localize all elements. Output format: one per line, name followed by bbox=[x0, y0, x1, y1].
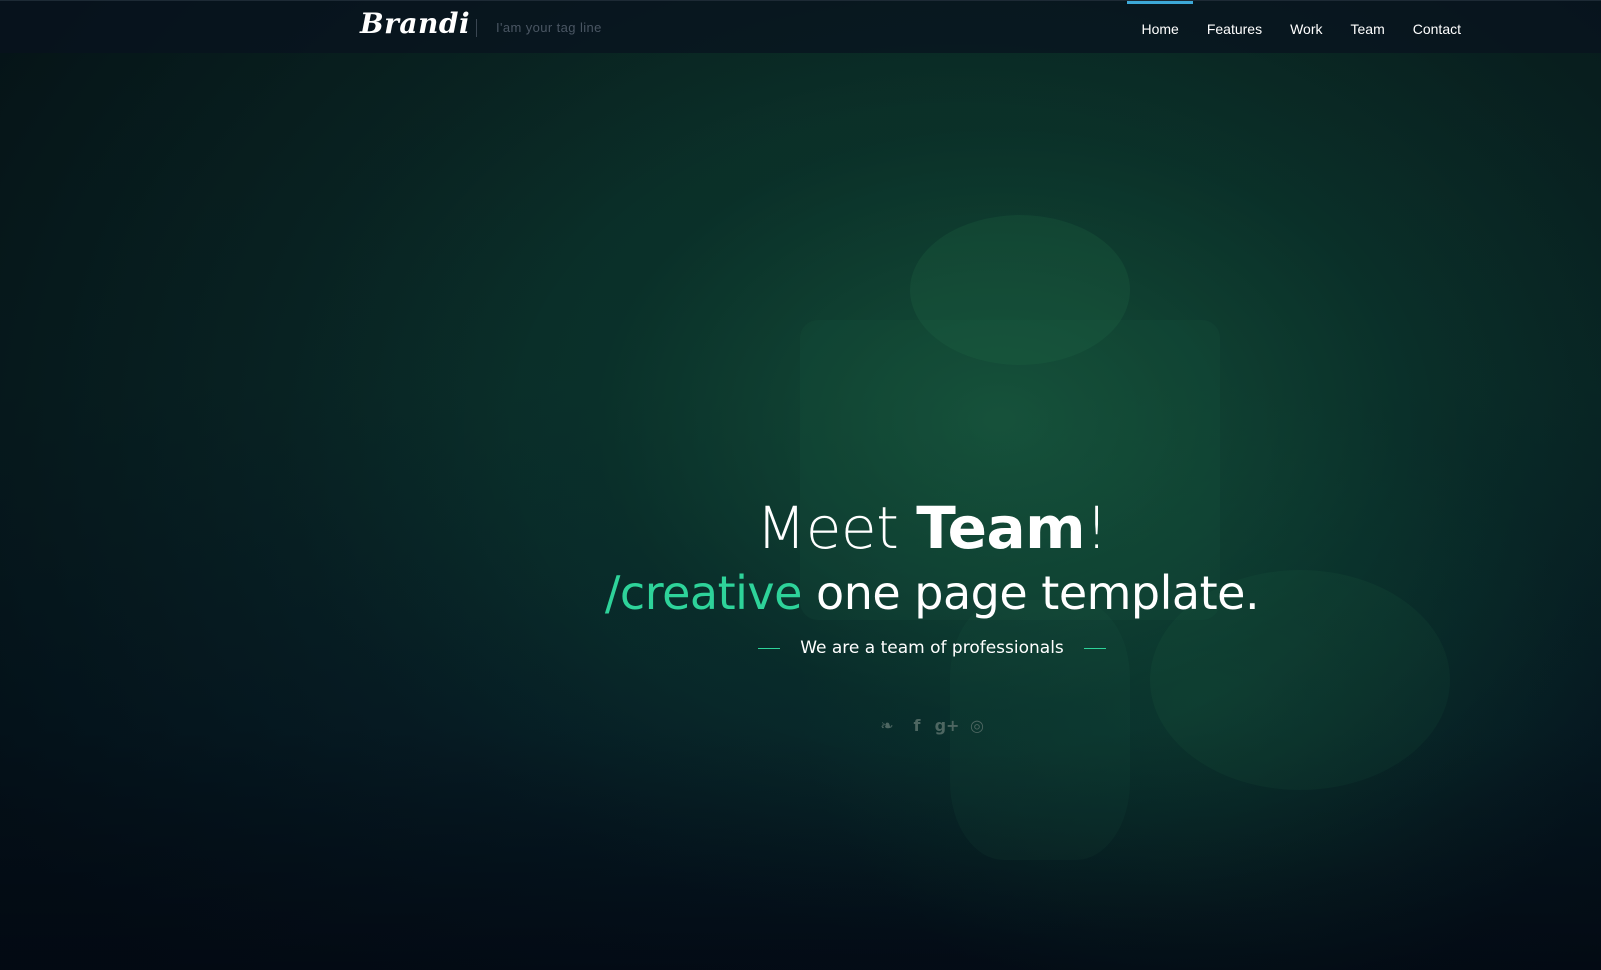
headline-bold: Team bbox=[916, 494, 1086, 562]
main-nav: Home Features Work Team Contact bbox=[1127, 1, 1475, 53]
headline-suffix: ! bbox=[1085, 494, 1108, 562]
hero-tagline-row: We are a team of professionals bbox=[0, 638, 1601, 658]
top-navbar: Brandi I'am your tag line Home Features … bbox=[0, 0, 1601, 53]
tagline-dash-right bbox=[1083, 647, 1106, 649]
subline-accent: /creative bbox=[604, 566, 803, 620]
hero-subline: /creative one page template. bbox=[0, 566, 1601, 620]
headline-prefix: Meet bbox=[756, 494, 917, 562]
brand-logo[interactable]: Brandi bbox=[360, 7, 470, 40]
tagline-dash-left bbox=[758, 647, 781, 649]
social-links: ❧ f g+ ◎ bbox=[0, 714, 1601, 736]
brand-separator bbox=[476, 19, 477, 37]
hero-tagline: We are a team of professionals bbox=[800, 638, 1064, 658]
nav-item-team[interactable]: Team bbox=[1337, 1, 1399, 53]
hero-content: Meet Team! /creative one page template. … bbox=[0, 0, 1601, 970]
nav-item-home[interactable]: Home bbox=[1127, 1, 1194, 53]
subline-rest: one page template. bbox=[801, 566, 1260, 620]
dribbble-icon[interactable]: ◎ bbox=[968, 714, 986, 736]
google-plus-icon[interactable]: g+ bbox=[935, 714, 960, 736]
brand-tagline: I'am your tag line bbox=[496, 20, 602, 35]
nav-item-features[interactable]: Features bbox=[1193, 1, 1276, 53]
twitter-icon[interactable]: ❧ bbox=[878, 714, 896, 736]
hero-headline: Meet Team! bbox=[0, 494, 1601, 562]
nav-item-work[interactable]: Work bbox=[1276, 1, 1336, 53]
facebook-icon[interactable]: f bbox=[908, 714, 926, 736]
nav-item-contact[interactable]: Contact bbox=[1399, 1, 1475, 53]
